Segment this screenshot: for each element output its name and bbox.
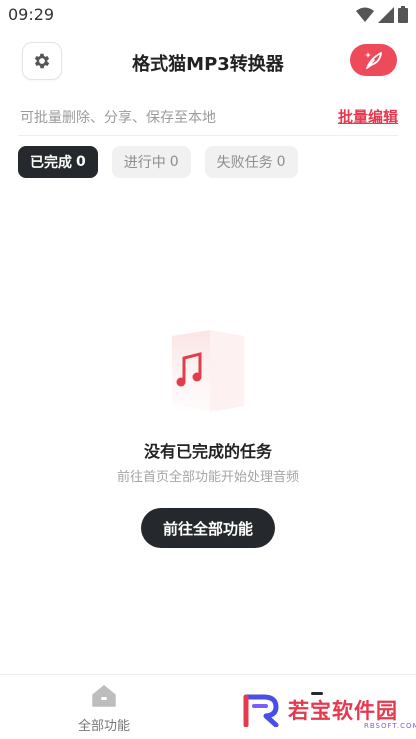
tab-count: 0 bbox=[76, 154, 86, 170]
header: 格式猫MP3转换器 bbox=[0, 38, 416, 84]
empty-subtitle: 前往首页全部功能开始处理音频 bbox=[116, 470, 299, 485]
status-time: 09:29 bbox=[8, 5, 55, 24]
batch-hint-text: 可批量删除、分享、保存至本地 bbox=[20, 110, 216, 126]
feather-action-button[interactable] bbox=[350, 44, 397, 76]
tab-completed[interactable]: 已完成 0 bbox=[18, 146, 98, 178]
signal-icon bbox=[378, 6, 394, 23]
batch-edit-link[interactable]: 批量编辑 bbox=[338, 106, 398, 127]
tab-count: 0 bbox=[169, 154, 179, 170]
tab-failed[interactable]: 失败任务 0 bbox=[204, 146, 298, 178]
tab-label: 进行中 bbox=[123, 155, 166, 171]
status-icons bbox=[356, 6, 408, 23]
status-bar: 09:29 bbox=[0, 0, 416, 30]
watermark-subtext: RBSOFT.COM bbox=[364, 722, 416, 730]
watermark-logo-icon bbox=[243, 694, 279, 727]
nav-label: 全部功能 bbox=[77, 719, 130, 734]
feather-sparkle-icon bbox=[364, 52, 382, 69]
empty-title: 没有已完成的任务 bbox=[143, 442, 272, 461]
watermark-text: 若宝软件园 bbox=[288, 699, 398, 723]
go-to-all-features-button[interactable]: 前往全部功能 bbox=[141, 508, 275, 548]
battery-icon bbox=[398, 6, 408, 23]
tab-in-progress[interactable]: 进行中 0 bbox=[111, 146, 191, 178]
filter-tabs: 已完成 0 进行中 0 失败任务 0 bbox=[18, 146, 298, 178]
nav-all-features[interactable]: 全部功能 bbox=[59, 685, 149, 734]
wifi-icon bbox=[356, 7, 374, 22]
tab-label: 已完成 bbox=[30, 155, 72, 171]
batch-hint-row: 可批量删除、分享、保存至本地 批量编辑 bbox=[18, 96, 398, 136]
tab-count: 0 bbox=[276, 154, 286, 170]
tab-label: 失败任务 bbox=[216, 155, 273, 171]
watermark: 若宝软件园 RBSOFT.COM bbox=[242, 693, 416, 730]
music-file-icon bbox=[172, 330, 244, 412]
home-icon bbox=[92, 685, 116, 707]
